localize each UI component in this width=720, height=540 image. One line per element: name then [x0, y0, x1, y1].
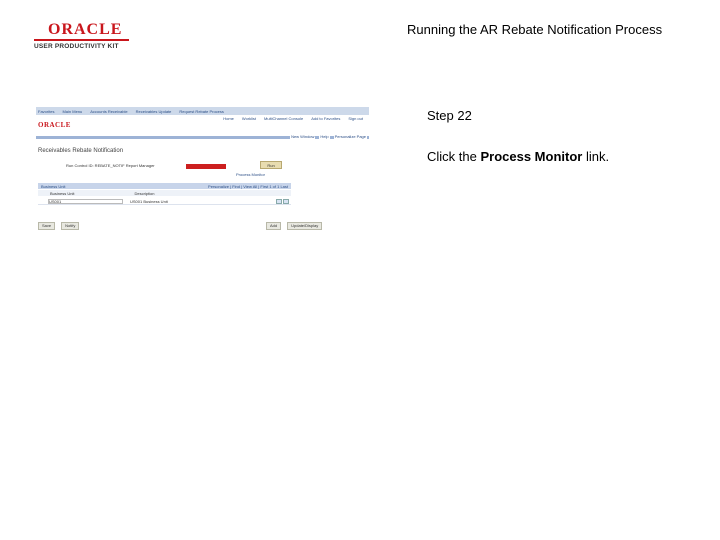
application-screenshot: Favorites Main Menu Accounts Receivable … [36, 107, 369, 231]
add-row-icon[interactable] [276, 199, 282, 204]
description-value: US001 Business Unit [130, 198, 168, 204]
step-number: Step 22 [427, 108, 472, 123]
process-monitor-link[interactable]: Process Monitor [236, 172, 265, 177]
bottom-right-buttons: Add Update/Display [266, 222, 323, 230]
instruction-target: Process Monitor [480, 149, 583, 164]
save-button[interactable]: Save [38, 222, 56, 230]
add-button[interactable]: Add [266, 222, 282, 230]
instruction-prefix: Click the [427, 149, 481, 164]
breadcrumb-nav: Favorites Main Menu Accounts Receivable … [36, 107, 369, 115]
page-title: Receivables Rebate Notification [38, 148, 124, 154]
run-button[interactable]: Run [260, 161, 282, 169]
link-multichannel[interactable]: MultiChannel Console [264, 116, 303, 121]
col-business-unit: Business Unit [50, 190, 75, 196]
logo-rule [34, 39, 129, 41]
link-sign-out[interactable]: Sign out [348, 116, 363, 121]
nav-favorites[interactable]: Favorites [38, 109, 54, 114]
oracle-upk-logo: ORACLE USER PRODUCTIVITY KIT [34, 22, 129, 50]
delete-row-icon[interactable] [283, 199, 289, 204]
link-new-window[interactable]: New Window [290, 134, 316, 139]
link-help[interactable]: Help [319, 134, 330, 139]
document-title: Running the AR Rebate Notification Proce… [407, 22, 663, 37]
grid-column-headers: Business Unit Description [38, 190, 291, 196]
link-worklist[interactable]: Worklist [242, 116, 256, 121]
nav-accounts-receivable[interactable]: Accounts Receivable [90, 109, 127, 114]
bottom-left-buttons: Save Notify [38, 222, 80, 230]
oracle-logo-text: ORACLE [48, 21, 123, 38]
header-links: Home Worklist MultiChannel Console Add t… [223, 116, 363, 121]
link-home[interactable]: Home [223, 116, 234, 121]
update-display-button[interactable]: Update/Display [287, 222, 323, 230]
grid-header: Business Unit Personalize | Find | View … [38, 183, 291, 189]
nav-request-rebate[interactable]: Request Rebate Process [179, 109, 223, 114]
step-instruction: Click the Process Monitor link. [427, 149, 609, 164]
logo-subtitle: USER PRODUCTIVITY KIT [34, 43, 119, 50]
link-personalize-page[interactable]: Personalize Page [333, 134, 367, 139]
grid-navigation[interactable]: Personalize | Find | View All | First 1 … [208, 184, 288, 189]
col-description: Description [134, 190, 155, 196]
nav-main-menu[interactable]: Main Menu [62, 109, 82, 114]
table-row: US001 US001 Business Unit [38, 198, 291, 205]
link-add-favorites[interactable]: Add to Favorites [311, 116, 340, 121]
instruction-suffix: link. [582, 149, 610, 164]
business-unit-input[interactable]: US001 [48, 198, 123, 204]
run-control-info: Run Control ID: REBATE_NOTIF Report Mana… [66, 163, 155, 168]
brand-bar: ORACLE Home Worklist MultiChannel Consol… [36, 115, 369, 136]
nav-receivables-update[interactable]: Receivables Update [136, 109, 172, 114]
grid-title: Business Unit [41, 183, 66, 189]
notify-button[interactable]: Notify [61, 222, 80, 230]
highlight-marker [186, 164, 226, 169]
app-oracle-logo: ORACLE [38, 121, 71, 129]
page-links: New Window Help Personalize Page [290, 134, 367, 139]
